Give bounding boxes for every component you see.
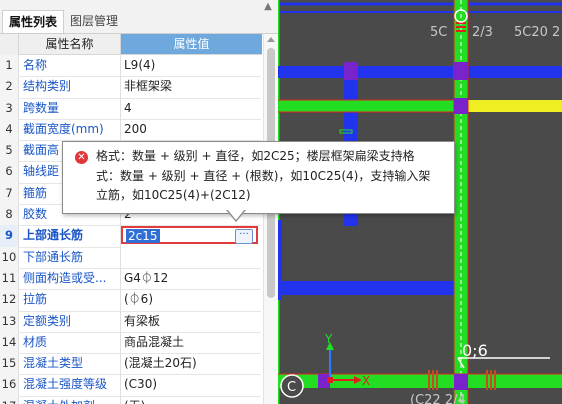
table-row[interactable]: 12 拉筋 (⏀6) <box>0 289 262 312</box>
property-name: 混凝土类型 <box>19 353 121 376</box>
rebar-label-left: 5C <box>430 25 447 40</box>
property-table: 1 名称 L9(4) 2 结构类别 非框架梁 3 跨数量 4 4 截面宽度(mm) 200 5 截面高 6 轴… <box>0 55 262 404</box>
rebar-label-right: 5C20 2 <box>514 25 560 40</box>
scroll-up-arrow-icon[interactable] <box>267 37 275 42</box>
vertical-scrollbar[interactable] <box>263 34 278 404</box>
table-row[interactable]: 14 材质 商品混凝土 <box>0 331 262 355</box>
property-name: 拉筋 <box>19 289 121 312</box>
property-name: 跨数量 <box>19 97 121 120</box>
origin-marker <box>327 377 333 383</box>
header-row-number <box>0 34 19 56</box>
property-value[interactable]: (C30) <box>121 374 261 397</box>
property-value[interactable]: 200 <box>121 119 261 142</box>
property-name: 下部通长筋 <box>19 246 121 269</box>
row-number: 2 <box>0 76 19 99</box>
column-node[interactable] <box>454 62 468 80</box>
row-number: 6 <box>0 161 19 184</box>
property-value[interactable] <box>121 247 261 269</box>
row-number: 7 <box>0 182 19 206</box>
row-number: 11 <box>0 267 19 291</box>
format-hint-tooltip: ✕ 格式：数量 + 级别 + 直径，如2C25；楼层框架扁梁支持格 式：数量 +… <box>62 141 455 214</box>
column-node[interactable] <box>454 98 468 114</box>
pin-icon[interactable]: ▲ <box>262 1 274 13</box>
x-axis-label: X <box>362 374 370 388</box>
rebar-marks-top <box>456 22 466 32</box>
row-number: 16 <box>0 374 19 397</box>
row-number: 12 <box>0 289 19 312</box>
property-name: 上部通长筋 <box>19 225 121 248</box>
property-value[interactable]: (混凝土20石) <box>121 353 261 376</box>
property-name: 结构类别 <box>19 76 121 99</box>
row-number: 10 <box>0 246 19 269</box>
property-value[interactable]: 4 <box>121 98 261 120</box>
row-number: 5 <box>0 140 19 163</box>
table-row[interactable]: 11 侧面构造或受... G4⏀12 <box>0 267 262 291</box>
rebar-label-bottom: (C22 2/4 <box>410 393 466 404</box>
property-name: 定额类别 <box>19 310 121 333</box>
property-value[interactable]: 有梁板 <box>121 311 261 333</box>
property-name: 侧面构造或受... <box>19 267 121 291</box>
table-row[interactable]: 3 跨数量 4 <box>0 97 262 120</box>
stirrup-label: 0;6 <box>462 341 488 360</box>
property-value[interactable]: (⏀6) <box>121 289 261 312</box>
property-value[interactable]: 商品混凝土 <box>121 332 261 355</box>
property-value[interactable]: (无) <box>121 396 261 404</box>
row-number: 14 <box>0 331 19 355</box>
row-number: 15 <box>0 353 19 376</box>
tooltip-line: 式：数量 + 级别 + 直径 + (根数)，如10C25(4)，支持输入架 <box>96 168 431 183</box>
column-node[interactable] <box>454 374 468 390</box>
blue-beam-lower[interactable] <box>278 281 458 295</box>
selected-input-text[interactable]: 2c15 <box>126 229 160 244</box>
tab-properties[interactable]: 属性列表 <box>2 10 65 33</box>
row-number: 8 <box>0 204 19 227</box>
grid-marker-label: C <box>287 380 296 395</box>
property-name: 材质 <box>19 331 121 355</box>
yellow-beam[interactable] <box>468 100 562 112</box>
table-row[interactable]: 10 下部通长筋 <box>0 246 262 269</box>
y-axis-label: Y <box>324 332 333 346</box>
property-value[interactable]: L9(4) <box>121 55 261 78</box>
table-row[interactable]: 9 上部通长筋 2c15 ··· <box>0 225 262 248</box>
table-row[interactable]: 1 名称 L9(4) <box>0 55 262 78</box>
blue-beam-horizontal[interactable] <box>278 66 562 78</box>
row-number: 4 <box>0 118 19 142</box>
table-row[interactable]: 15 混凝土类型 (混凝土20石) <box>0 353 262 376</box>
row-number: 13 <box>0 310 19 333</box>
panel-tab-bar: 属性列表 图层管理 ▲ <box>0 0 278 34</box>
property-name: 混凝土强度等级 <box>19 374 121 397</box>
blue-beam-left <box>278 220 282 300</box>
tab-layers[interactable]: 图层管理 <box>64 10 124 32</box>
green-beam-horizontal[interactable] <box>278 100 468 112</box>
property-name: 混凝土外加剂 <box>19 395 121 404</box>
tooltip-arrow-fill <box>227 209 245 220</box>
property-value[interactable]: G4⏀12 <box>121 268 261 291</box>
row-number: 9 <box>0 225 19 248</box>
table-row[interactable]: 13 定额类别 有梁板 <box>0 310 262 333</box>
tooltip-line: 立筋，如10C25(4)+(2C12) <box>96 188 251 202</box>
header-property-value: 属性值 <box>121 34 262 55</box>
more-options-button[interactable]: ··· <box>235 229 253 245</box>
tooltip-text: 格式：数量 + 级别 + 直径，如2C25；楼层框架扁梁支持格 式：数量 + 级… <box>96 147 446 206</box>
property-value-input[interactable]: 2c15 ··· <box>121 226 258 245</box>
header-property-name: 属性名称 <box>19 34 121 55</box>
row-number: 17 <box>0 395 19 404</box>
table-row[interactable]: 17混凝土外加剂(无) <box>0 395 262 404</box>
table-header: 属性名称 属性值 <box>0 34 262 56</box>
property-name: 截面宽度(mm) <box>19 118 121 142</box>
property-value[interactable]: 非框架梁 <box>121 76 261 99</box>
row-number: 1 <box>0 55 19 78</box>
rebar-label-mid: 2/3 <box>472 25 493 40</box>
column-node[interactable] <box>344 62 358 80</box>
table-row[interactable]: 16 混凝土强度等级 (C30) <box>0 374 262 397</box>
row-number: 3 <box>0 97 19 120</box>
error-icon: ✕ <box>75 151 88 164</box>
table-row[interactable]: 4 截面宽度(mm) 200 <box>0 118 262 142</box>
tooltip-line: 格式：数量 + 级别 + 直径，如2C25；楼层框架扁梁支持格 <box>96 149 415 163</box>
table-row[interactable]: 2 结构类别 非框架梁 <box>0 76 262 99</box>
property-name: 名称 <box>19 55 121 78</box>
